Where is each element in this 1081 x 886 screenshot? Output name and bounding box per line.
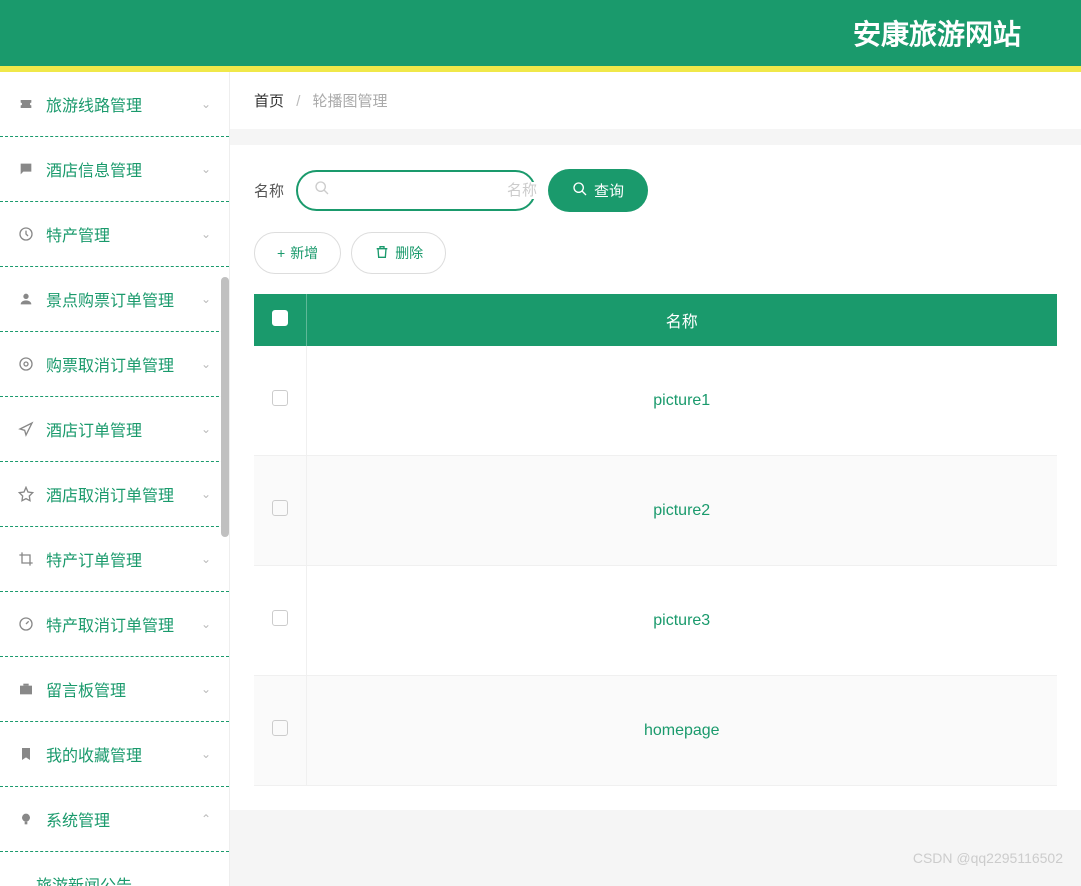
table-cell-name: picture1 (306, 346, 1057, 456)
target-icon (16, 354, 36, 374)
query-button[interactable]: 查询 (548, 169, 648, 212)
content-panel: 名称 查询 + 新增 删除 (230, 145, 1081, 810)
bulb-icon (16, 809, 36, 829)
sidebar-subitem-news[interactable]: 旅游新闻公告 (0, 852, 229, 886)
bookmark-icon (16, 744, 36, 764)
search-row: 名称 查询 (254, 169, 1057, 212)
breadcrumb: 首页 / 轮播图管理 (230, 72, 1081, 129)
query-button-label: 查询 (594, 180, 624, 201)
sidebar-item-hotel-orders[interactable]: 酒店订单管理 ⌄ (0, 397, 229, 462)
sidebar-item-label: 购票取消订单管理 (46, 352, 174, 376)
row-checkbox[interactable] (272, 390, 288, 406)
table-row: picture3 (254, 566, 1057, 676)
sidebar-item-favorites[interactable]: 我的收藏管理 ⌄ (0, 722, 229, 787)
sidebar-item-label: 系统管理 (46, 807, 110, 831)
delete-button-label: 删除 (395, 243, 423, 263)
nav-icon (16, 484, 36, 504)
row-checkbox[interactable] (272, 720, 288, 736)
sidebar-item-label: 旅游线路管理 (46, 92, 142, 116)
sidebar-item-routes[interactable]: 旅游线路管理 ⌄ (0, 72, 229, 137)
search-input[interactable] (338, 182, 537, 199)
table-row: picture2 (254, 456, 1057, 566)
chevron-down-icon: ⌄ (201, 617, 211, 631)
breadcrumb-current: 轮播图管理 (313, 93, 388, 110)
search-label: 名称 (254, 180, 284, 201)
search-icon (314, 180, 330, 201)
ticket-icon (16, 94, 36, 114)
sidebar-item-label: 特产订单管理 (46, 547, 142, 571)
plus-icon: + (277, 245, 285, 261)
delete-button[interactable]: 删除 (351, 232, 446, 274)
sidebar-item-specialty-cancel[interactable]: 特产取消订单管理 ⌄ (0, 592, 229, 657)
chevron-down-icon: ⌄ (201, 227, 211, 241)
sidebar-item-ticket-orders[interactable]: 景点购票订单管理 ⌄ (0, 267, 229, 332)
chevron-down-icon: ⌄ (201, 747, 211, 761)
chevron-down-icon: ⌄ (201, 357, 211, 371)
user-icon (16, 289, 36, 309)
send-icon (16, 419, 36, 439)
chevron-down-icon: ⌄ (201, 97, 211, 111)
select-all-checkbox[interactable] (272, 310, 288, 326)
action-row: + 新增 删除 (254, 232, 1057, 274)
chevron-up-icon: ⌃ (201, 812, 211, 826)
chevron-down-icon: ⌄ (201, 162, 211, 176)
chevron-down-icon: ⌄ (201, 552, 211, 566)
breadcrumb-home[interactable]: 首页 (254, 93, 284, 110)
main-container: 旅游线路管理 ⌄ 酒店信息管理 ⌄ 特产管理 ⌄ 景点购票订单管理 ⌄ 购票取消… (0, 72, 1081, 886)
row-checkbox[interactable] (272, 610, 288, 626)
sidebar-item-specialty[interactable]: 特产管理 ⌄ (0, 202, 229, 267)
header: 安康旅游网站 (0, 0, 1081, 72)
sidebar: 旅游线路管理 ⌄ 酒店信息管理 ⌄ 特产管理 ⌄ 景点购票订单管理 ⌄ 购票取消… (0, 72, 230, 886)
chevron-down-icon: ⌄ (201, 487, 211, 501)
gauge-icon (16, 614, 36, 634)
chevron-down-icon: ⌄ (201, 422, 211, 436)
sidebar-item-hotel-info[interactable]: 酒店信息管理 ⌄ (0, 137, 229, 202)
add-button-label: 新增 (290, 243, 318, 263)
sidebar-item-ticket-cancel[interactable]: 购票取消订单管理 ⌄ (0, 332, 229, 397)
table-row: homepage (254, 676, 1057, 786)
sidebar-item-label: 留言板管理 (46, 677, 126, 701)
breadcrumb-separator: / (296, 93, 300, 110)
table-header-checkbox (254, 294, 306, 346)
sidebar-item-label: 旅游新闻公告 (36, 872, 132, 886)
sidebar-item-label: 酒店订单管理 (46, 417, 142, 441)
sidebar-item-hotel-cancel[interactable]: 酒店取消订单管理 ⌄ (0, 462, 229, 527)
table-row: picture1 (254, 346, 1057, 456)
sidebar-item-label: 酒店信息管理 (46, 157, 142, 181)
clock-icon (16, 224, 36, 244)
sidebar-item-system[interactable]: 系统管理 ⌃ (0, 787, 229, 852)
table-header-name: 名称 (306, 294, 1057, 346)
watermark: CSDN @qq2295116502 (913, 850, 1063, 866)
sidebar-item-label: 我的收藏管理 (46, 742, 142, 766)
chevron-down-icon: ⌄ (201, 292, 211, 306)
main-content: 首页 / 轮播图管理 名称 查询 + 新增 (230, 72, 1081, 886)
sidebar-item-specialty-orders[interactable]: 特产订单管理 ⌄ (0, 527, 229, 592)
table-cell-name: picture2 (306, 456, 1057, 566)
add-button[interactable]: + 新增 (254, 232, 341, 274)
sidebar-item-messages[interactable]: 留言板管理 ⌄ (0, 657, 229, 722)
scrollbar[interactable] (221, 277, 229, 537)
sidebar-item-label: 景点购票订单管理 (46, 287, 174, 311)
sidebar-item-label: 特产管理 (46, 222, 110, 246)
chevron-down-icon: ⌄ (201, 682, 211, 696)
table-cell-name: homepage (306, 676, 1057, 786)
row-checkbox[interactable] (272, 500, 288, 516)
sidebar-item-label: 酒店取消订单管理 (46, 482, 174, 506)
data-table: 名称 picture1 picture2 picture3 (254, 294, 1057, 786)
search-input-wrapper[interactable] (296, 170, 536, 211)
crop-icon (16, 549, 36, 569)
briefcase-icon (16, 679, 36, 699)
comment-icon (16, 159, 36, 179)
sidebar-item-label: 特产取消订单管理 (46, 612, 174, 636)
table-cell-name: picture3 (306, 566, 1057, 676)
site-title: 安康旅游网站 (853, 13, 1021, 53)
trash-icon (374, 244, 390, 263)
search-icon (572, 181, 588, 201)
